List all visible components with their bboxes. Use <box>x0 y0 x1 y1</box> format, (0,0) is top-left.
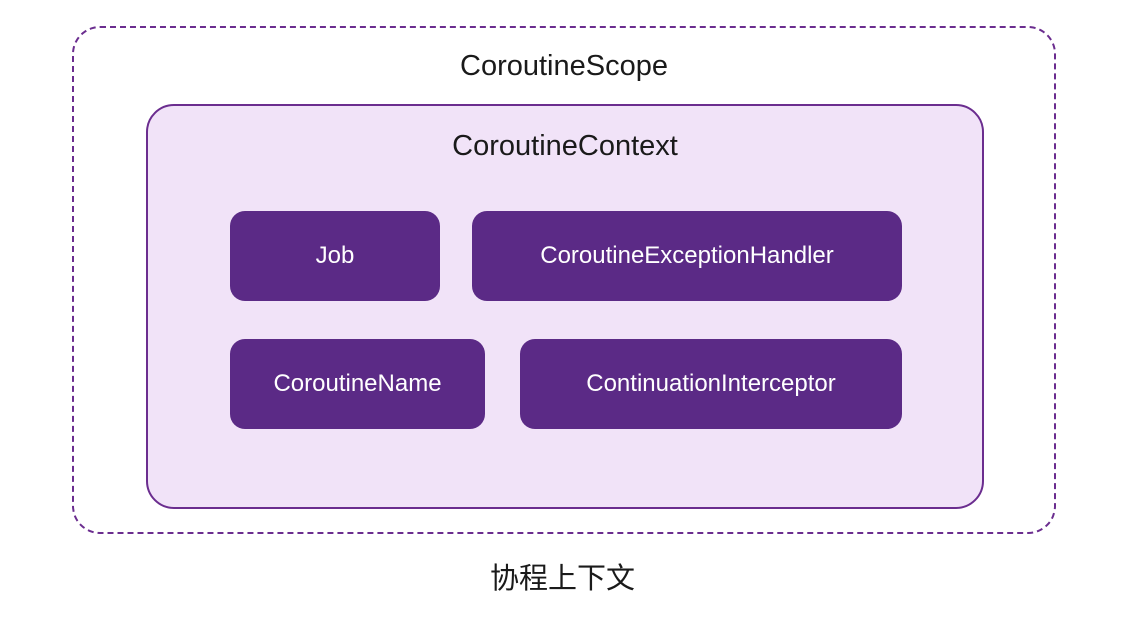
diagram-caption: 协程上下文 <box>0 555 1125 597</box>
element-coroutine-name: CoroutineName <box>230 339 485 429</box>
scope-title: CoroutineScope <box>74 50 1054 83</box>
coroutine-context-box: CoroutineContext Job CoroutineExceptionH… <box>146 104 984 509</box>
coroutine-scope-box: CoroutineScope CoroutineContext Job Coro… <box>72 26 1056 534</box>
element-continuation-interceptor: ContinuationInterceptor <box>520 339 902 429</box>
element-job: Job <box>230 211 440 301</box>
context-title: CoroutineContext <box>148 130 982 163</box>
element-exception-handler: CoroutineExceptionHandler <box>472 211 902 301</box>
